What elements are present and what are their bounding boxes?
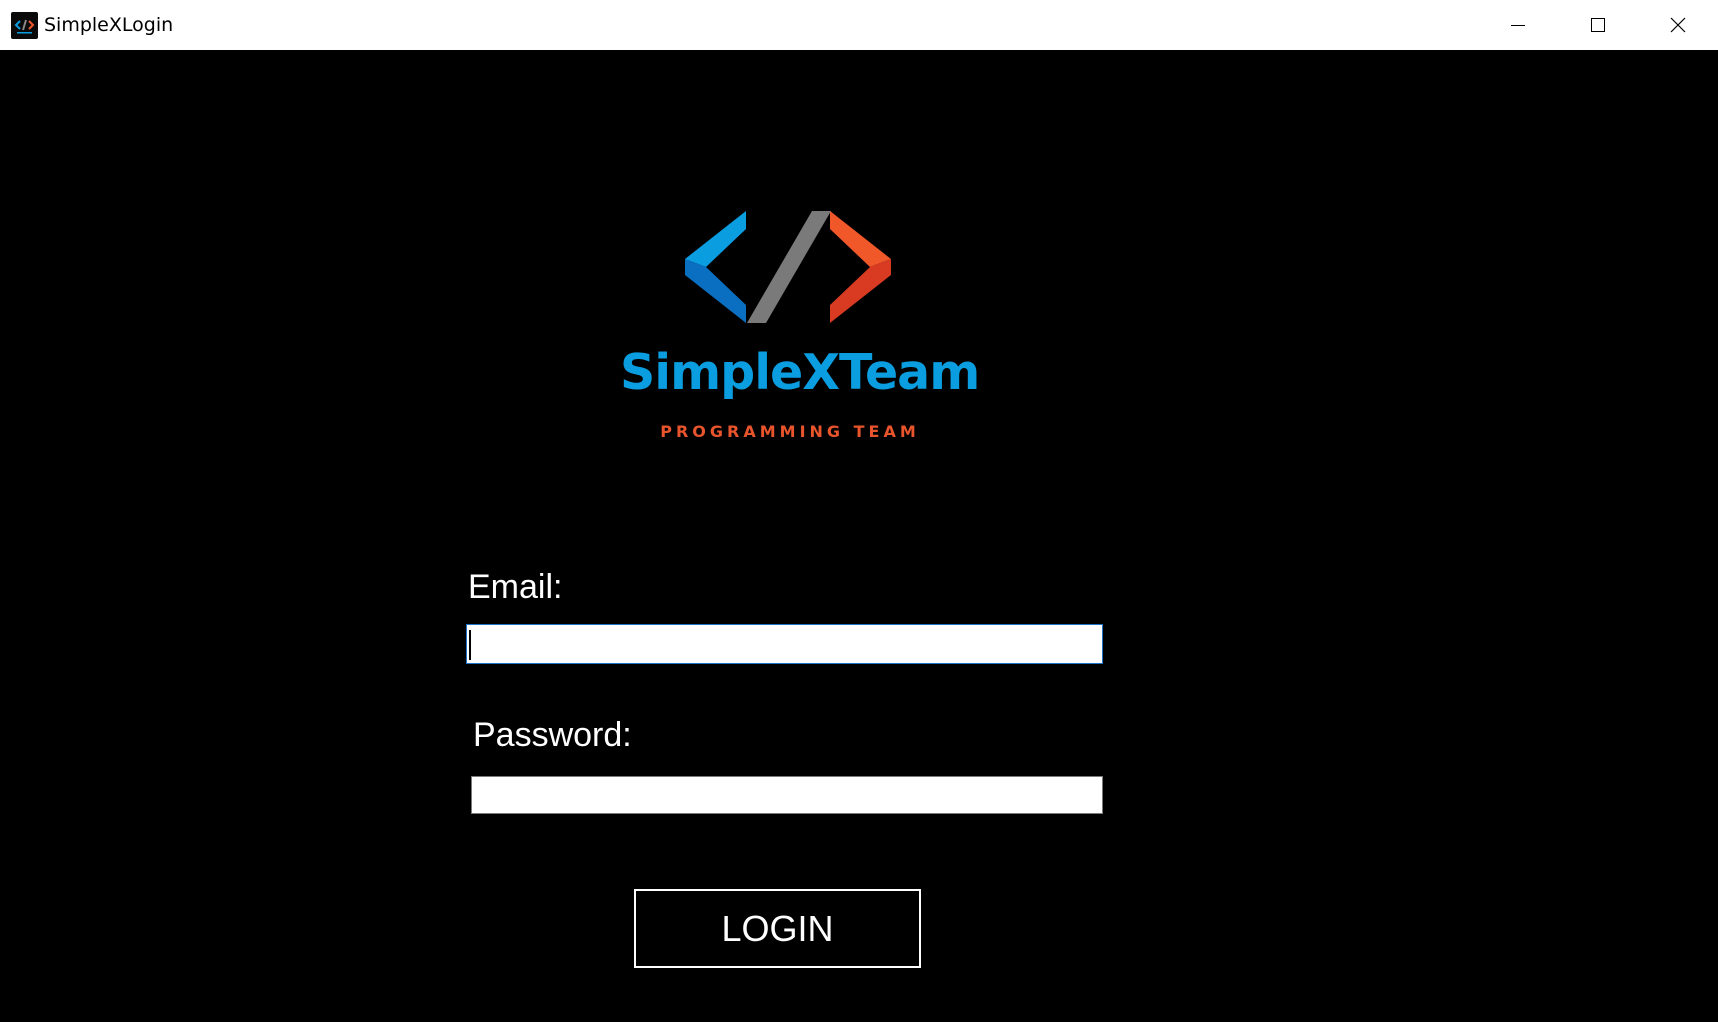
minimize-button[interactable] — [1478, 0, 1558, 50]
login-panel — [0, 50, 1718, 1022]
password-field[interactable] — [471, 776, 1103, 814]
maximize-icon — [1591, 18, 1605, 32]
code-brackets-logo-icon — [685, 211, 891, 323]
email-field[interactable] — [466, 624, 1103, 664]
app-icon — [11, 12, 38, 39]
login-button[interactable]: LOGIN — [634, 889, 921, 968]
close-icon — [1670, 17, 1686, 33]
brand-name: SimpleXTeam — [620, 344, 980, 401]
window-title: SimpleXLogin — [44, 14, 174, 36]
maximize-button[interactable] — [1558, 0, 1638, 50]
text-caret — [469, 630, 471, 660]
password-label: Password: — [473, 716, 632, 754]
close-button[interactable] — [1638, 0, 1718, 50]
email-label: Email: — [468, 568, 563, 606]
title-bar[interactable]: SimpleXLogin — [0, 0, 1718, 50]
app-window: SimpleXLogin SimpleXTeam PROGRAMMING TEA… — [0, 0, 1718, 1022]
brand-tagline: PROGRAMMING TEAM — [660, 422, 920, 441]
minimize-icon — [1511, 25, 1525, 26]
